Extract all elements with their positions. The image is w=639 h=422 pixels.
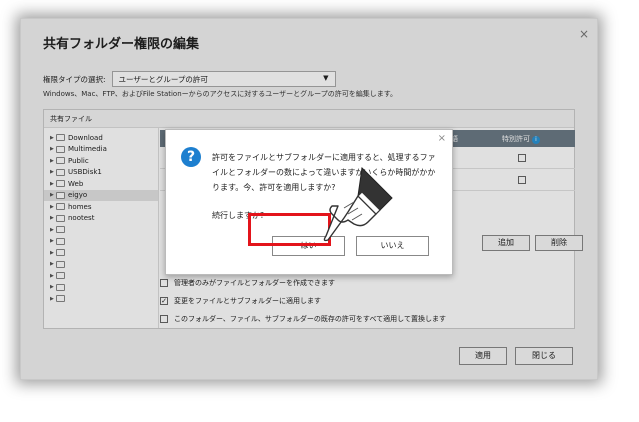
confirm-dialog: × ? 許可をファイルとサブフォルダーに適用すると、処理するファイルとフォルダー… [165, 129, 453, 275]
pointing-hand-icon [323, 166, 393, 242]
question-icon: ? [181, 147, 201, 167]
edit-permissions-window: 共有フォルダー権限の編集 × 権限タイプの選択: ユーザーとグループの許可 ▼ … [20, 18, 598, 380]
dialog-close-icon[interactable]: × [438, 133, 446, 144]
